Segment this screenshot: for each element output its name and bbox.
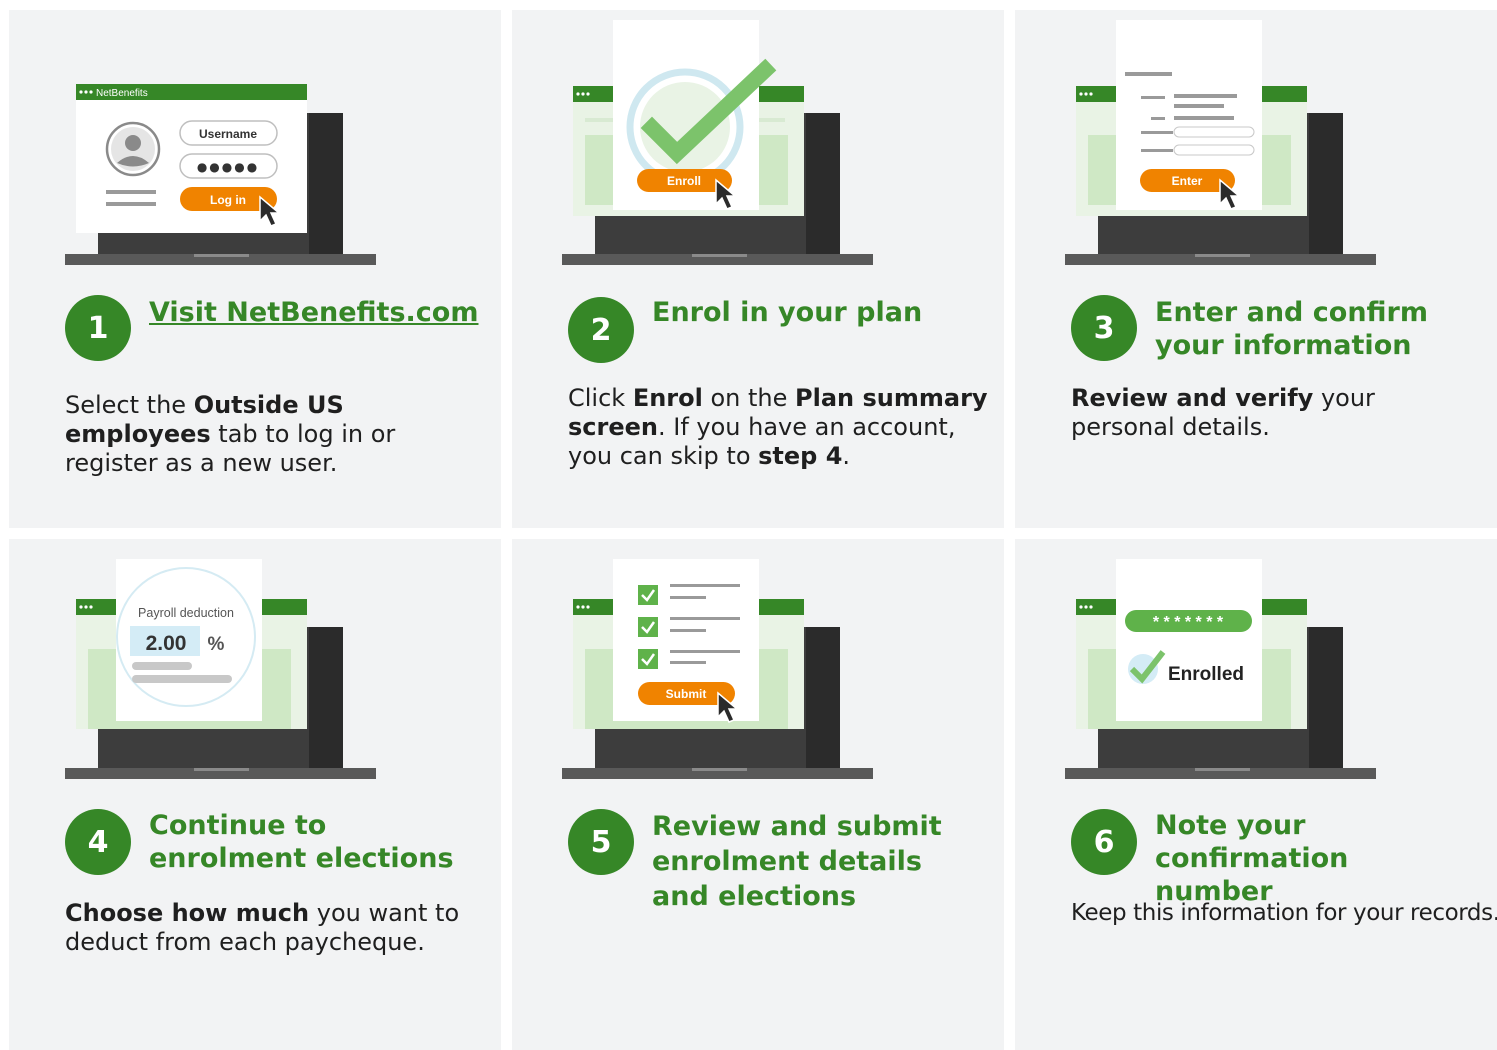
step-number: 1 <box>65 295 131 361</box>
submit-illustration: Submit <box>562 559 873 779</box>
login-button-label: Log in <box>210 193 246 207</box>
step-number: 4 <box>65 809 131 875</box>
enter-button-label: Enter <box>1172 174 1203 188</box>
details-illustration: Enter <box>1065 20 1376 265</box>
body-text-bold: Review and verify <box>1071 384 1314 412</box>
body-text: Click <box>568 384 633 412</box>
password-mask: ●●●●● <box>197 160 259 174</box>
step-title: Enter and confirm your information <box>1155 297 1429 361</box>
brand-text: NetBenefits <box>96 88 148 99</box>
body-text: . <box>842 442 851 470</box>
payroll-illustration: Payroll deduction 2.00 % <box>65 559 376 779</box>
step-card-1: NetBenefits Username ●●●●● Log in 1 Visi… <box>9 10 501 528</box>
step-title-link[interactable]: Visit NetBenefits.com <box>149 296 494 329</box>
step-number: 6 <box>1071 809 1137 875</box>
body-text: on the <box>702 384 796 412</box>
step-body: Choose how much you want to deduct from … <box>65 899 465 957</box>
step-card-6: * * * * * * * Enrolled 6 Note your confi… <box>1015 539 1497 1050</box>
confirmation-illustration: * * * * * * * Enrolled <box>1065 559 1376 779</box>
payroll-value: 2.00 <box>146 632 187 655</box>
step-number: 3 <box>1071 295 1137 361</box>
step-card-2: Enroll 2 Enrol in your plan Click Enrol … <box>512 10 1004 528</box>
enroll-button-label: Enroll <box>667 174 701 188</box>
step-body: Review and verify your personal details. <box>1071 384 1481 442</box>
username-label: Username <box>199 127 257 141</box>
step-body: Keep this information for your records. <box>1071 899 1497 928</box>
status-text: Enrolled <box>1168 664 1244 685</box>
submit-button-label: Submit <box>666 687 707 701</box>
step-card-4: Payroll deduction 2.00 % 4 Continue to e… <box>9 539 501 1050</box>
netbenefits-link[interactable]: Visit NetBenefits.com <box>149 297 478 328</box>
confirmation-mask-text: * * * * * * * <box>1153 614 1224 631</box>
step-title: Enrol in your plan <box>652 297 923 328</box>
login-illustration: NetBenefits Username ●●●●● Log in <box>65 84 376 265</box>
step-title: Note your confirmation number <box>1155 810 1349 907</box>
step-title: Continue to enrolment elections <box>149 810 454 874</box>
body-text-bold: Choose how much <box>65 899 310 927</box>
step-number: 5 <box>568 809 634 875</box>
payroll-label: Payroll deduction <box>138 606 234 620</box>
step-body: Click Enrol on the Plan summary screen. … <box>568 384 993 471</box>
step-body: Select the Outside US employees tab to l… <box>65 391 405 478</box>
body-text-bold: Enrol <box>632 384 703 412</box>
enrol-illustration: Enroll <box>562 20 873 265</box>
step-card-5: Submit 5 Review and submit enrolment det… <box>512 539 1004 1050</box>
checkbox-2[interactable] <box>638 617 658 637</box>
body-text: Select the <box>65 391 194 419</box>
checkbox-3[interactable] <box>638 649 658 669</box>
step-card-3: Enter 3 Enter and confirm your informati… <box>1015 10 1497 528</box>
step-number: 2 <box>568 297 634 363</box>
body-text-bold: step 4 <box>758 442 843 470</box>
body-text: Keep this information for your records. <box>1071 900 1497 926</box>
payroll-unit: % <box>208 634 225 655</box>
checkbox-1[interactable] <box>638 585 658 605</box>
step-title: Review and submit enrolment details and … <box>652 811 942 912</box>
